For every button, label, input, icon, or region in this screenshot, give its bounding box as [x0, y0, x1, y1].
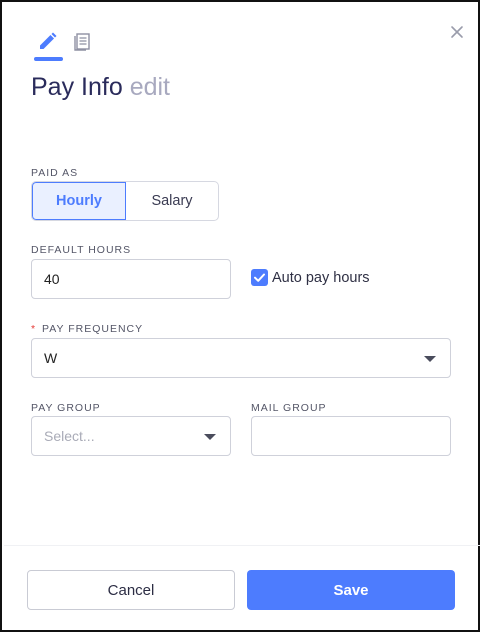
- auto-pay-hours-label: Auto pay hours: [272, 270, 370, 286]
- page-title-main: Pay Info: [31, 73, 123, 101]
- checkmark-icon: [254, 273, 265, 282]
- pay-group-placeholder: Select...: [44, 428, 95, 444]
- paid-as-toggle: Hourly Salary: [31, 181, 219, 221]
- chevron-down-icon: [424, 356, 436, 362]
- document-icon[interactable]: [72, 31, 92, 51]
- pencil-icon[interactable]: [37, 30, 59, 52]
- pay-frequency-select[interactable]: W: [31, 338, 451, 378]
- paid-as-label: PAID AS: [31, 167, 79, 179]
- pay-group-label: PAY GROUP: [31, 402, 101, 414]
- auto-pay-hours-checkbox[interactable]: [251, 269, 268, 286]
- default-hours-value: 40: [44, 271, 60, 287]
- close-icon[interactable]: [448, 23, 466, 41]
- save-button[interactable]: Save: [247, 570, 455, 610]
- pay-group-select[interactable]: Select...: [31, 416, 231, 456]
- default-hours-label: DEFAULT HOURS: [31, 244, 132, 256]
- required-indicator: *: [31, 323, 37, 335]
- mail-group-input[interactable]: [251, 416, 451, 456]
- chevron-down-icon: [204, 434, 216, 440]
- paid-as-salary-option[interactable]: Salary: [126, 182, 218, 220]
- default-hours-input[interactable]: 40: [31, 259, 231, 299]
- paid-as-hourly-option[interactable]: Hourly: [32, 182, 126, 220]
- cancel-button[interactable]: Cancel: [27, 570, 235, 610]
- page-title-mode: edit: [129, 73, 170, 101]
- active-tab-indicator: [34, 57, 63, 61]
- pay-frequency-label: PAY FREQUENCY: [42, 323, 144, 335]
- mail-group-label: MAIL GROUP: [251, 402, 327, 414]
- pay-frequency-value: W: [44, 350, 58, 366]
- pay-frequency-label-wrap: * PAY FREQUENCY: [31, 323, 143, 335]
- pay-info-panel: Pay Info edit PAID AS Hourly Salary DEFA…: [0, 0, 480, 632]
- footer-divider: [4, 545, 480, 546]
- page-title: Pay Info edit: [31, 72, 170, 102]
